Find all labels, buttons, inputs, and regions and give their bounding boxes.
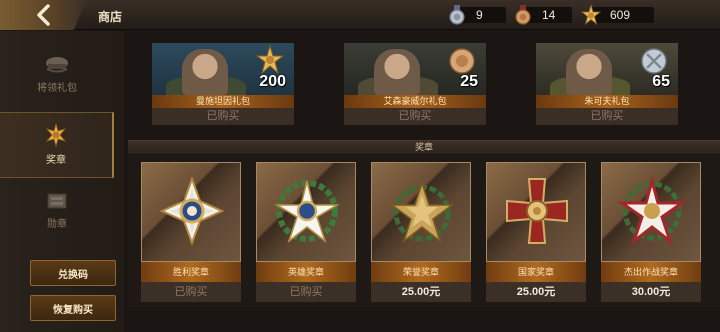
gold-star-medal-icon bbox=[580, 4, 602, 26]
medal-name: 国家奖章 bbox=[486, 262, 586, 282]
medal-card[interactable]: 胜利奖章 已购买 bbox=[141, 162, 241, 310]
national-medal-icon bbox=[506, 178, 568, 244]
sidebar-item-label: 将领礼包 bbox=[37, 83, 77, 94]
medal-card[interactable]: 荣誉奖章 25.00元 bbox=[371, 162, 471, 310]
pack-medal-count: 65 bbox=[652, 73, 670, 90]
page-title: 商店 bbox=[98, 10, 123, 24]
medal-name: 英雄奖章 bbox=[256, 262, 356, 282]
sidebar-item-decorations[interactable]: 勋章 bbox=[0, 181, 114, 247]
pack-name: 朱可夫礼包 bbox=[536, 95, 678, 108]
sidebar-item-label: 勋章 bbox=[47, 219, 67, 230]
section-title: 奖章 bbox=[128, 140, 720, 154]
back-arrow-icon bbox=[37, 4, 50, 26]
pack-status: 已购买 bbox=[344, 108, 486, 125]
top-bar: 商店 9 14 609 bbox=[0, 0, 720, 30]
sidebar-item-medals[interactable]: 奖章 bbox=[0, 112, 114, 178]
sidebar-item-general-packs[interactable]: 将领礼包 bbox=[0, 45, 114, 111]
silver-medal-icon bbox=[449, 5, 465, 25]
pack-status: 已购买 bbox=[536, 108, 678, 125]
pack-card[interactable]: 25 艾森豪威尔礼包 已购买 bbox=[344, 43, 486, 125]
shop-content: 200 曼施坦因礼包 已购买 25 艾森豪威尔礼包 已购买 65 朱可夫礼包 已… bbox=[124, 31, 720, 332]
pack-name: 艾森豪威尔礼包 bbox=[344, 95, 486, 108]
medal-price: 已购买 bbox=[141, 282, 241, 302]
medal-name: 荣誉奖章 bbox=[371, 262, 471, 282]
currency-bronze-value: 14 bbox=[542, 8, 556, 22]
medal-card[interactable]: 国家奖章 25.00元 bbox=[486, 162, 586, 310]
honor-medal-icon bbox=[389, 180, 455, 244]
back-button[interactable] bbox=[0, 0, 86, 30]
pack-name: 曼施坦因礼包 bbox=[152, 95, 294, 108]
distinguished-combat-medal-icon bbox=[617, 175, 687, 246]
medal-price: 30.00元 bbox=[601, 282, 701, 302]
redeem-code-button[interactable]: 兑换码 bbox=[30, 260, 116, 286]
currency-bronze: 14 bbox=[512, 4, 572, 26]
medal-name: 胜利奖章 bbox=[141, 262, 241, 282]
bronze-medal-icon bbox=[515, 5, 531, 25]
victory-medal-icon bbox=[159, 176, 225, 246]
pack-medal-count: 200 bbox=[259, 73, 286, 90]
currency-silver: 9 bbox=[446, 4, 506, 26]
pack-medal-count: 25 bbox=[460, 73, 478, 90]
medal-card[interactable]: 杰出作战奖章 30.00元 bbox=[601, 162, 701, 310]
pack-card[interactable]: 200 曼施坦因礼包 已购买 bbox=[152, 43, 294, 125]
medal-card[interactable]: 英雄奖章 已购买 bbox=[256, 162, 356, 310]
restore-purchase-button[interactable]: 恢复购买 bbox=[30, 295, 116, 321]
currency-gold: 609 bbox=[580, 4, 654, 26]
pack-card[interactable]: 65 朱可夫礼包 已购买 bbox=[536, 43, 678, 125]
medal-icon bbox=[45, 123, 67, 147]
medal-price: 25.00元 bbox=[486, 282, 586, 302]
pack-status: 已购买 bbox=[152, 108, 294, 125]
medal-name: 杰出作战奖章 bbox=[601, 262, 701, 282]
currency-gold-value: 609 bbox=[610, 8, 631, 22]
officer-cap-icon bbox=[46, 57, 68, 73]
currency-silver-value: 9 bbox=[476, 8, 483, 22]
hero-medal-icon bbox=[274, 180, 340, 244]
medal-price: 已购买 bbox=[256, 282, 356, 302]
sidebar: 将领礼包 奖章 勋章 兑换码 恢复购买 bbox=[0, 31, 124, 332]
medal-price: 25.00元 bbox=[371, 282, 471, 302]
sidebar-item-label: 奖章 bbox=[46, 155, 66, 166]
ribbon-box-icon bbox=[47, 193, 67, 209]
